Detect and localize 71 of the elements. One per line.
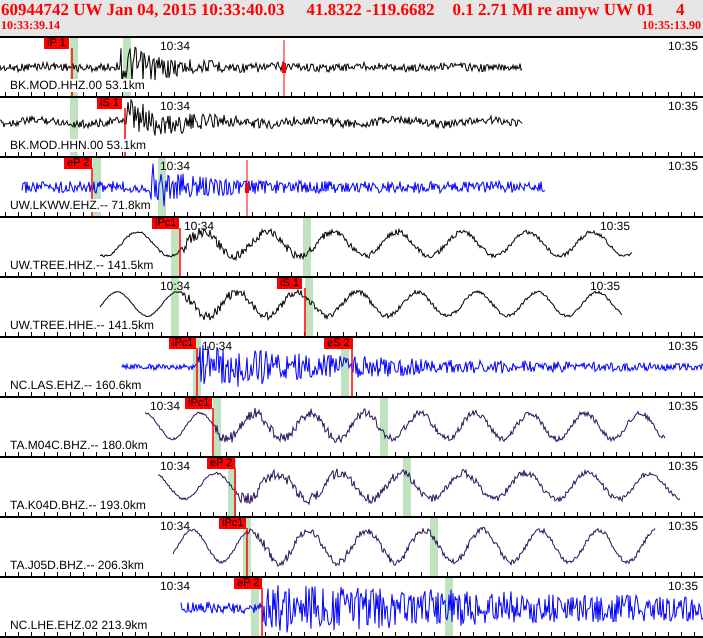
- station-label: BK.MOD.HHZ.00 53.1km: [10, 79, 145, 92]
- phase-pick-flag[interactable]: eP 2: [234, 578, 262, 589]
- pick-window-band: [430, 518, 438, 576]
- pick-line: [351, 348, 353, 396]
- pick-line: [234, 468, 236, 516]
- phase-pick-flag[interactable]: iS 1: [277, 278, 302, 289]
- seismogram-trace[interactable]: 10:34 iPc1 10:35 TA.M04C.BHZ.-- 180.0km: [0, 398, 703, 458]
- seismogram-trace[interactable]: 10:34 iPc1 10:35 TA.J05D.BHZ.-- 206.3km: [0, 518, 703, 578]
- time-tick-label: 10:34: [160, 460, 190, 473]
- amplitude-marker: [245, 160, 249, 216]
- time-tick-label: 10:35: [668, 460, 698, 473]
- time-tick-label: 10:35: [668, 160, 698, 173]
- seismogram-trace[interactable]: iP 1 10:34 10:35 BK.MOD.HHZ.00 53.1km: [0, 38, 703, 98]
- time-tick-label: 10:35: [590, 280, 620, 293]
- time-tick-label: 10:35: [668, 580, 698, 593]
- time-tick-label: 10:35: [668, 340, 698, 353]
- amplitude-marker: [282, 40, 286, 96]
- station-label: TA.K04D.BHZ.-- 193.0km: [10, 499, 146, 512]
- pick-window-band: [403, 458, 411, 516]
- pick-line: [196, 348, 198, 396]
- station-label: UW.TREE.HHE.-- 141.5km: [10, 319, 154, 332]
- start-time: 10:33:39.14: [1, 19, 60, 32]
- seismogram-trace[interactable]: iS 1 10:34 10:35 BK.MOD.HHN.00 53.1km: [0, 98, 703, 158]
- seismogram-trace[interactable]: eP 2 10:34 10:35 UW.LKWW.EHZ.-- 71.8km: [0, 158, 703, 218]
- event-location: 41.8322 -119.6682: [306, 0, 434, 19]
- time-tick-label: 10:35: [668, 100, 698, 113]
- end-time: 10:35:13.90: [642, 19, 701, 32]
- time-tick-label: 10:35: [668, 400, 698, 413]
- time-tick-label: 10:34: [150, 400, 180, 413]
- pick-window-band: [380, 398, 388, 456]
- time-tick-label: 10:35: [668, 520, 698, 533]
- seismogram-trace[interactable]: 10:34 iS 1 10:35 UW.TREE.HHE.-- 141.5km: [0, 278, 703, 338]
- seismogram-trace[interactable]: iPc1 10:34 10:35 UW.TREE.HHZ.-- 141.5km: [0, 218, 703, 278]
- pick-line: [246, 528, 248, 576]
- pick-line: [304, 288, 306, 336]
- time-tick-label: 10:34: [160, 40, 190, 53]
- time-tick-label: 10:34: [160, 280, 190, 293]
- pick-window-band: [303, 218, 311, 276]
- station-label: UW.TREE.HHZ.-- 141.5km: [10, 259, 154, 272]
- event-count: 4: [676, 0, 684, 19]
- phase-pick-flag[interactable]: iPc1: [152, 218, 180, 229]
- pick-line: [212, 408, 214, 456]
- pick-line: [261, 588, 263, 636]
- phase-pick-flag[interactable]: eP 2: [64, 158, 92, 169]
- time-tick-label: 10:34: [202, 340, 232, 353]
- time-tick-label: 10:34: [184, 220, 214, 233]
- phase-pick-flag[interactable]: iP 1: [44, 38, 69, 49]
- seismogram-trace[interactable]: 10:34 eP 2 10:35 TA.K04D.BHZ.-- 193.0km: [0, 458, 703, 518]
- time-tick-label: 10:34: [160, 100, 190, 113]
- seismogram-trace[interactable]: 10:34 eP 2 10:35 NC.LHE.EHZ.02 213.9km: [0, 578, 703, 638]
- phase-pick-flag[interactable]: iPc1: [169, 338, 196, 349]
- station-label: TA.M04C.BHZ.-- 180.0km: [10, 439, 148, 452]
- time-tick-label: 10:34: [160, 580, 190, 593]
- station-label: BK.MOD.HHN.00 53.1km: [10, 139, 146, 152]
- time-tick-label: 10:35: [668, 40, 698, 53]
- phase-pick-flag[interactable]: eS 2: [324, 338, 353, 349]
- station-label: NC.LHE.EHZ.02 213.9km: [10, 619, 148, 632]
- time-tick-label: 10:35: [600, 220, 630, 233]
- phase-pick-flag[interactable]: iPc1: [185, 398, 212, 409]
- time-tick-label: 10:34: [160, 520, 190, 533]
- event-magnitude: 0.1 2.71 Ml re amyw UW 01: [452, 0, 654, 19]
- phase-pick-flag[interactable]: iS 1: [97, 98, 122, 109]
- event-info: 60944742 UW Jan 04, 2015 10:33:40.03: [1, 0, 284, 19]
- time-tick-label: 10:34: [160, 160, 190, 173]
- phase-pick-flag[interactable]: eP 2: [207, 458, 236, 469]
- station-label: UW.LKWW.EHZ.-- 71.8km: [10, 199, 151, 212]
- station-label: NC.LAS.EHZ.-- 160.6km: [10, 379, 142, 392]
- seismogram-trace[interactable]: iPc1 10:34 eS 2 10:35 NC.LAS.EHZ.-- 160.6km: [0, 338, 703, 398]
- station-label: TA.J05D.BHZ.-- 206.3km: [10, 559, 144, 572]
- pick-line: [179, 228, 181, 276]
- phase-pick-flag[interactable]: iPc1: [219, 518, 246, 529]
